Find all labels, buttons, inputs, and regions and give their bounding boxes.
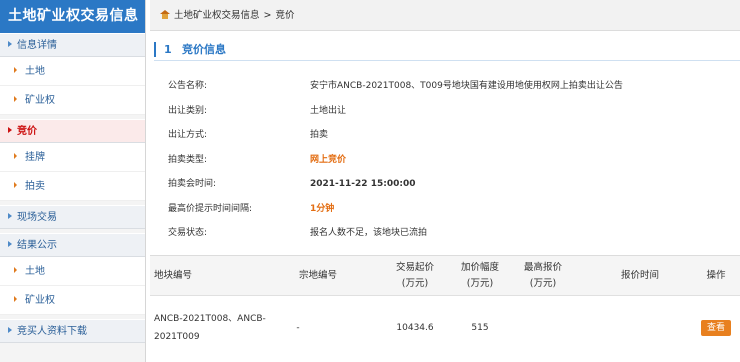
sidebar: 土地矿业权交易信息 信息详情 土地 矿业权 竞价 挂牌 拍卖 现场交易 结果公示… bbox=[0, 0, 146, 362]
triangle-right-icon bbox=[8, 41, 12, 47]
info-value: 2021-11-22 15:00:00 bbox=[310, 179, 416, 189]
main-content: 土地矿业权交易信息 > 竞价 1 竞价信息 公告名称: 安宁市ANCB-2021T008… bbox=[150, 0, 740, 362]
triangle-right-icon bbox=[8, 127, 12, 133]
cell-start-price: 10434.6 bbox=[396, 323, 434, 333]
home-icon[interactable] bbox=[160, 10, 170, 19]
breadcrumb-root[interactable]: 土地矿业权交易信息 bbox=[174, 10, 260, 21]
info-row-auction-time: 拍卖会时间: 2021-11-22 15:00:00 bbox=[168, 172, 740, 197]
info-row-auction-type: 拍卖类型: 网上竞价 bbox=[168, 148, 740, 173]
col-bid-time: 报价时间 bbox=[620, 270, 659, 281]
sidebar-item-land[interactable]: 土地 bbox=[0, 57, 145, 86]
bullet-icon bbox=[14, 267, 17, 273]
triangle-right-icon bbox=[8, 327, 12, 333]
col-parcel-no: 地块编号 bbox=[154, 270, 193, 281]
cell-increment: 515 bbox=[471, 323, 489, 333]
cell-parcel-no: ANCB-2021T008、ANCB-2021T009 bbox=[154, 314, 266, 342]
auction-info: 公告名称: 安宁市ANCB-2021T008、T009号地块国有建设用地使用权网上… bbox=[168, 74, 740, 246]
section-title: 竞价信息 bbox=[182, 43, 226, 56]
info-label: 拍卖类型: bbox=[168, 154, 208, 165]
parcel-table: 地块编号 宗地编号 交易起价 (万元) 加价幅度 (万元) 最高报价 (万元) … bbox=[150, 255, 740, 360]
sidebar-item-auction[interactable]: 拍卖 bbox=[0, 172, 145, 201]
triangle-right-icon bbox=[8, 241, 12, 247]
info-row-transfer-method: 出让方式: 拍卖 bbox=[168, 123, 740, 148]
sidebar-item-mining-rights[interactable]: 矿业权 bbox=[0, 86, 145, 115]
col-lot-no: 宗地编号 bbox=[298, 270, 337, 281]
col-start-price: 交易起价 (万元) bbox=[395, 262, 434, 289]
table-header: 地块编号 宗地编号 交易起价 (万元) 加价幅度 (万元) 最高报价 (万元) … bbox=[150, 256, 740, 296]
col-max-bid: 最高报价 (万元) bbox=[523, 262, 562, 289]
sidebar-section-result-notice[interactable]: 结果公示 bbox=[0, 233, 145, 257]
info-value: 报名人数不足，该地块已流拍 bbox=[310, 228, 428, 238]
info-label: 拍卖会时间: bbox=[168, 179, 217, 189]
bullet-icon bbox=[14, 182, 17, 188]
info-label: 最高价提示时间间隔: bbox=[168, 203, 253, 214]
breadcrumb: 土地矿业权交易信息 > 竞价 bbox=[150, 0, 740, 31]
info-label: 出让方式: bbox=[168, 130, 208, 140]
info-label: 交易状态: bbox=[168, 228, 208, 238]
col-action: 操作 bbox=[706, 270, 726, 281]
section-marker bbox=[154, 42, 156, 57]
info-label: 公告名称: bbox=[168, 81, 208, 91]
sidebar-item-result-land[interactable]: 土地 bbox=[0, 257, 145, 286]
section-header: 1 竞价信息 bbox=[154, 38, 740, 61]
sidebar-section-bidding[interactable]: 竞价 bbox=[0, 119, 145, 143]
info-row-trade-status: 交易状态: 报名人数不足，该地块已流拍 bbox=[168, 221, 740, 246]
triangle-right-icon bbox=[8, 213, 12, 219]
bullet-icon bbox=[14, 96, 17, 102]
sidebar-section-bidder-downloads[interactable]: 竞买人资料下载 bbox=[0, 319, 145, 343]
info-label: 出让类别: bbox=[168, 105, 208, 116]
info-value: 安宁市ANCB-2021T008、T009号地块国有建设用地使用权网上拍卖出让公… bbox=[310, 81, 623, 91]
sidebar-title: 土地矿业权交易信息 bbox=[0, 0, 145, 33]
info-value: 拍卖 bbox=[310, 130, 329, 140]
table-row: ANCB-2021T008、ANCB-2021T009 - 10434.6 51… bbox=[150, 296, 740, 360]
info-value: 1分钟 bbox=[310, 203, 335, 214]
info-row-announcement: 公告名称: 安宁市ANCB-2021T008、T009号地块国有建设用地使用权网上… bbox=[168, 74, 740, 99]
sidebar-item-result-mining-rights[interactable]: 矿业权 bbox=[0, 286, 145, 315]
cell-lot-no: - bbox=[296, 323, 300, 333]
sidebar-item-listing[interactable]: 挂牌 bbox=[0, 143, 145, 172]
cell-action: 查看 bbox=[696, 296, 736, 360]
sidebar-section-onsite-trade[interactable]: 现场交易 bbox=[0, 205, 145, 229]
bullet-icon bbox=[14, 67, 17, 73]
info-value: 网上竞价 bbox=[310, 154, 347, 165]
cell-max-bid bbox=[510, 296, 576, 360]
info-row-transfer-category: 出让类别: 土地出让 bbox=[168, 99, 740, 124]
cell-bid-time bbox=[600, 296, 680, 360]
sidebar-section-info-detail[interactable]: 信息详情 bbox=[0, 33, 145, 57]
col-increment: 加价幅度 (万元) bbox=[460, 262, 499, 289]
info-value: 土地出让 bbox=[310, 105, 347, 116]
info-row-bid-interval: 最高价提示时间间隔: 1分钟 bbox=[168, 197, 740, 222]
breadcrumb-current: 竞价 bbox=[275, 10, 295, 21]
view-button[interactable]: 查看 bbox=[700, 320, 731, 336]
bullet-icon bbox=[14, 296, 17, 302]
breadcrumb-separator: > bbox=[263, 10, 272, 21]
bullet-icon bbox=[14, 153, 17, 159]
section-number: 1 bbox=[164, 43, 172, 56]
